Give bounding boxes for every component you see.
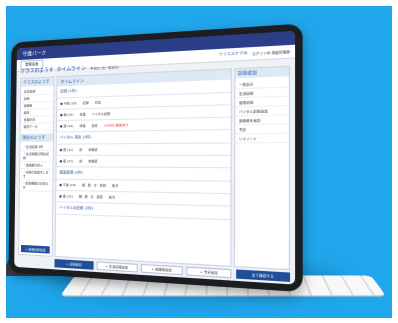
timeline-row-label: ● 夜 (21)	[59, 159, 74, 164]
timeline-row-value: 対応	[94, 100, 101, 105]
bottom-button[interactable]: + 生活記録追加	[96, 261, 138, 273]
brand-logo: ワイエスケアAI	[218, 50, 248, 57]
timeline-row-label: バイタルの記録 (2件)	[59, 205, 94, 211]
timeline-row[interactable]: ● 昼 (21) 熱未確認	[56, 143, 231, 156]
tablet-device: 守護パーク 業務画面 ワイエスケアAI ログイン中 施設管理者 クラスのようす …	[8, 23, 303, 293]
left-section-title: 現在のようす	[20, 133, 54, 142]
timeline-row[interactable]: バイタル 測定 (3件)	[56, 129, 231, 145]
timeline-row-value: 熱	[79, 147, 83, 152]
bottom-button[interactable]: + 記録追加	[54, 259, 94, 270]
timeline-row[interactable]: ● 夜 (21) 熱未確認	[56, 155, 231, 169]
timeline-filter[interactable]: ▼ 絞込 (全一覧表示)	[91, 65, 119, 71]
timeline-row-label: バイタル 測定 (3件)	[59, 135, 92, 140]
left-item[interactable]: 検査データ	[20, 123, 54, 131]
timeline-row-label: 記録 (1件)	[60, 88, 77, 94]
timeline-row-value: 朝 · 昼 · 夕 · 就寝	[81, 183, 106, 188]
timeline-row-value: 記録	[82, 100, 89, 106]
left-panel: クラスのようす 基本情報 記録 連絡帳 健康 食事状況 検査データ 現在のようす…	[18, 76, 55, 257]
timeline-row-label: ● 夜 (21)	[59, 194, 73, 199]
left-section-item[interactable]: ・生活場面の現在記録	[20, 150, 53, 163]
add-record-button[interactable]: + 新規記録追加	[20, 244, 50, 254]
timeline-row-label: ● 昼 (21)	[59, 123, 74, 129]
timeline-row-label: ● 午前 (18)	[60, 101, 77, 106]
timeline-row-value: 朝 · 昼 · 夕 · 就寝	[78, 194, 103, 200]
timeline-row-value: 110/60 異常あり	[103, 122, 129, 128]
timeline-rows: 記録 (1件) ● 午前 (18) 記録 対応 ● 朝 (21) 食事 バイタル記録 ● 昼 …	[56, 79, 231, 221]
timeline-row-label: ● 朝 (21)	[60, 112, 74, 117]
left-panel-header: クラスのようす	[21, 77, 54, 87]
timeline-row-value: 血圧	[91, 123, 98, 128]
user-status: ログイン中 施設管理者	[252, 48, 291, 56]
app-title: 守護パーク	[22, 49, 47, 58]
background: 守護パーク 業務画面 ワイエスケアAI ログイン中 施設管理者 クラスのようす …	[6, 6, 392, 318]
right-panel: 記録追加 一覧表示 生活記録 健康記録 バイタル記録追加 連絡帳を追加 予定 リ…	[233, 65, 291, 271]
timeline-row-value: 熱	[79, 159, 83, 164]
bottom-button[interactable]: + 予定追加	[186, 266, 232, 279]
confirm-all-button[interactable]: 全て確認する	[236, 269, 291, 282]
right-panel-header: 記録追加	[235, 66, 289, 79]
left-panel-title: クラスのようす	[20, 67, 54, 75]
timeline-row-label: ● 午後 (18)	[59, 182, 76, 188]
tablet-screen: 守護パーク 業務画面 ワイエスケアAI ログイン中 施設管理者 クラスのようす …	[14, 30, 296, 285]
bottom-button[interactable]: + 連絡帳追加	[140, 263, 184, 276]
timeline-row-value: 未確認	[88, 159, 98, 164]
timeline-row-value: 体温	[79, 123, 86, 128]
left-section-item[interactable]: ・記録の追加をします	[19, 169, 53, 181]
left-section-item[interactable]: ・配信機能のお知らせ	[19, 180, 53, 192]
timeline-row-label: ● 昼 (21)	[59, 147, 74, 152]
timeline-row-value: バイタル記録	[91, 111, 110, 117]
timeline-row-value: 処方	[112, 183, 119, 188]
timeline-row-label: 服薬管理 (3件)	[59, 170, 83, 175]
timeline-row-value: 食事	[79, 112, 86, 117]
timeline-panel: タイムライン 記録 (1件) ● 午前 (18) 記録 対応 ● 朝 (21) 食事 バイタ…	[54, 68, 232, 267]
timeline-row-value: 処方	[108, 195, 116, 200]
right-item[interactable]: リマインド	[235, 133, 289, 144]
timeline-row-value: 未確認	[88, 147, 98, 152]
